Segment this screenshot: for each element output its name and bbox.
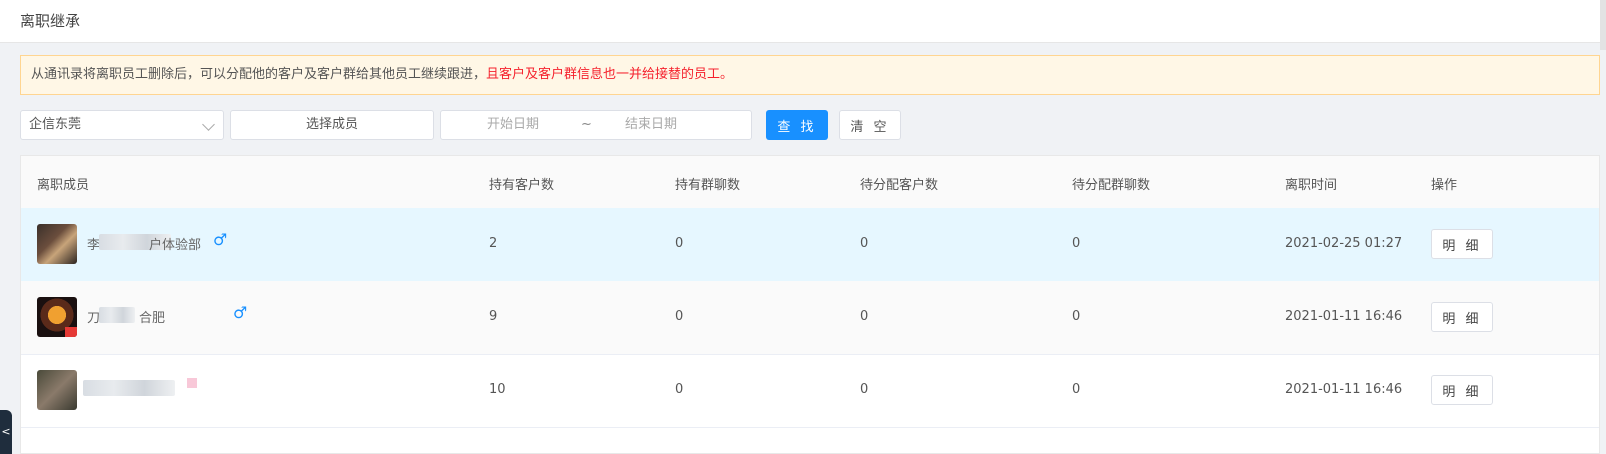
member-select-label: 选择成员 xyxy=(305,117,358,132)
avatar xyxy=(37,297,77,337)
leave-time: 2021-02-25 01:27 xyxy=(1285,236,1403,251)
start-date-input[interactable]: 开始日期 xyxy=(487,111,539,139)
customers-count: 2 xyxy=(489,236,498,251)
date-separator: ~ xyxy=(581,117,592,132)
notice-warning: 且客户及客户群信息也一并给接替的员工。 xyxy=(486,67,734,82)
groups-count: 0 xyxy=(675,382,684,397)
col-groups: 持有群聊数 xyxy=(675,178,741,193)
member-dept: 合肥 xyxy=(139,311,166,326)
redacted-mark xyxy=(187,378,197,388)
page-header: 离职继承 xyxy=(0,0,1606,43)
col-pending-customers: 待分配客户数 xyxy=(860,178,939,193)
collapse-sidebar-tab[interactable]: < xyxy=(0,410,12,454)
pending-groups-count: 0 xyxy=(1072,236,1081,251)
corp-select[interactable]: 企信东莞 xyxy=(20,110,224,140)
detail-button[interactable]: 明 细 xyxy=(1431,375,1493,405)
pending-customers-count: 0 xyxy=(860,382,869,397)
detail-button[interactable]: 明 细 xyxy=(1431,229,1493,259)
redacted-name xyxy=(99,307,135,323)
groups-count: 0 xyxy=(675,236,684,251)
clear-button[interactable]: 清 空 xyxy=(839,110,901,140)
pending-customers-count: 0 xyxy=(860,309,869,324)
col-customers: 持有客户数 xyxy=(489,178,555,193)
avatar xyxy=(37,370,77,410)
table-row: 10 0 0 0 2021-01-11 16:46 明 细 xyxy=(21,354,1599,428)
member-select[interactable]: 选择成员 xyxy=(230,110,434,140)
male-icon: ♂ xyxy=(213,230,228,249)
leave-time: 2021-01-11 16:46 xyxy=(1285,309,1403,324)
departed-members-table: 离职成员 持有客户数 持有群聊数 待分配客户数 待分配群聊数 离职时间 操作 李… xyxy=(20,155,1600,454)
table-row: 李 户体验部 ♂ 2 0 0 0 2021-02-25 01:27 明 细 xyxy=(21,208,1599,282)
male-icon: ♂ xyxy=(233,303,248,322)
col-member: 离职成员 xyxy=(37,178,90,193)
col-actions: 操作 xyxy=(1431,178,1458,193)
chevron-left-icon: < xyxy=(1,425,11,438)
date-range-picker[interactable]: 开始日期 ~ 结束日期 xyxy=(440,110,752,140)
table-header: 离职成员 持有客户数 持有群聊数 待分配客户数 待分配群聊数 离职时间 操作 xyxy=(21,156,1599,209)
notice-text: 从通讯录将离职员工删除后，可以分配他的客户及客户群给其他员工继续跟进， xyxy=(31,67,487,82)
col-pending-groups: 待分配群聊数 xyxy=(1072,178,1151,193)
pending-groups-count: 0 xyxy=(1072,382,1081,397)
badge-icon xyxy=(65,327,77,337)
page-title: 离职继承 xyxy=(20,12,81,30)
corp-select-value: 企信东莞 xyxy=(29,117,82,132)
col-leave-time: 离职时间 xyxy=(1285,178,1338,193)
end-date-input[interactable]: 结束日期 xyxy=(625,111,677,139)
avatar xyxy=(37,224,77,264)
chevron-down-icon xyxy=(202,118,215,131)
pending-groups-count: 0 xyxy=(1072,309,1081,324)
customers-count: 9 xyxy=(489,309,498,324)
table-row: 刀 合肥 ♂ 9 0 0 0 2021-01-11 16:46 明 细 xyxy=(21,281,1599,355)
scrollbar[interactable] xyxy=(1600,0,1606,50)
redacted-name xyxy=(83,380,175,396)
groups-count: 0 xyxy=(675,309,684,324)
leave-time: 2021-01-11 16:46 xyxy=(1285,382,1403,397)
search-button[interactable]: 查 找 xyxy=(766,110,828,140)
detail-button[interactable]: 明 细 xyxy=(1431,302,1493,332)
customers-count: 10 xyxy=(489,382,506,397)
pending-customers-count: 0 xyxy=(860,236,869,251)
notice-banner: 从通讯录将离职员工删除后，可以分配他的客户及客户群给其他员工继续跟进，且客户及客… xyxy=(20,55,1600,95)
member-dept: 户体验部 xyxy=(149,238,202,253)
